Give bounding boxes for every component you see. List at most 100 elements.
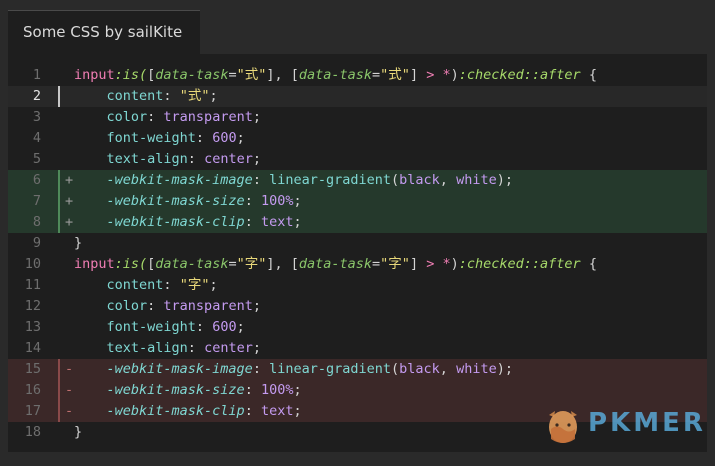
line-number: 9 [32, 235, 41, 251]
code-token: ) [450, 67, 459, 83]
code-token: data-task [298, 67, 373, 83]
code-line: 2 content: "式"; [8, 86, 707, 107]
code-text: font-weight: 600; [74, 317, 245, 338]
code-token: -webkit-mask-clip [106, 214, 245, 230]
code-token: : [244, 403, 261, 419]
code-token: * [442, 67, 451, 83]
code-text: content: "式"; [74, 86, 218, 107]
code-token: text [260, 214, 294, 230]
code-line: 12 color: transparent; [8, 296, 707, 317]
code-text: -webkit-mask-size: 100%; [74, 191, 302, 212]
line-number: 18 [24, 424, 41, 440]
code-token: data-task [155, 67, 229, 83]
code-line: 14 text-align: center; [8, 338, 707, 359]
code-token: : [147, 109, 164, 125]
code-line: 4 font-weight: 600; [8, 128, 707, 149]
code-token: : [163, 277, 180, 293]
code-token: center [204, 151, 253, 167]
code-token: :is( [114, 256, 148, 272]
code-line: 1 input:is([data-task="式"], [data-task="式… [8, 65, 707, 86]
code-token: "式" [236, 67, 267, 83]
line-number: 2 [32, 88, 41, 104]
code-text: -webkit-mask-image: linear-gradient(blac… [74, 359, 513, 380]
code-line: 13 font-weight: 600; [8, 317, 707, 338]
code-text: -webkit-mask-clip: text; [74, 401, 302, 422]
code-text: content: "字"; [74, 275, 218, 296]
code-token: : [244, 214, 261, 230]
code-token: = [228, 256, 237, 272]
code-token: * [442, 256, 451, 272]
line-number: 3 [32, 109, 41, 125]
code-token: ( [391, 172, 400, 188]
tab-code-snippet[interactable]: Some CSS by sailKite [8, 10, 200, 54]
code-token: ) [450, 256, 459, 272]
code-text: color: transparent; [74, 107, 261, 128]
code-token: : [195, 319, 213, 335]
code-token: ; [293, 403, 302, 419]
code-token: "字" [179, 277, 210, 293]
code-token: center [204, 340, 253, 356]
line-number: 4 [32, 130, 41, 146]
code-line: 8 + -webkit-mask-clip: text; [8, 212, 707, 233]
code-token: , [439, 361, 457, 377]
code-editor[interactable]: 1 input:is([data-task="式"], [data-task="式… [8, 54, 707, 452]
code-line: 11 content: "字"; [8, 275, 707, 296]
code-token: "式" [380, 67, 410, 83]
code-token: ; [293, 193, 302, 209]
code-token: white [456, 172, 497, 188]
code-token: text-align [106, 340, 188, 356]
line-number: 13 [24, 319, 41, 335]
code-token: = [372, 256, 381, 272]
code-token: content [106, 88, 164, 104]
code-token: black [399, 172, 440, 188]
code-text: color: transparent; [74, 296, 261, 317]
line-number: 17 [24, 403, 41, 419]
pkmer-wordmark: PKMER [588, 408, 706, 438]
code-text: } [74, 233, 82, 254]
code-token: -webkit-mask-clip [106, 403, 245, 419]
code-token: "式" [179, 88, 210, 104]
code-token: color [106, 298, 148, 314]
diff-added-marker: + [65, 193, 74, 209]
code-token: ; [252, 340, 261, 356]
code-line: 6 + -webkit-mask-image: linear-gradient(b… [8, 170, 707, 191]
code-token: font-weight [106, 130, 196, 146]
code-token: : [187, 340, 205, 356]
diff-added-marker: + [65, 214, 74, 230]
code-token: = [228, 67, 237, 83]
code-text: text-align: center; [74, 338, 261, 359]
code-text: -webkit-mask-size: 100%; [74, 380, 302, 401]
code-token: "字" [380, 256, 410, 272]
code-token: color [106, 109, 148, 125]
code-token: text-align [106, 151, 188, 167]
line-number: 12 [24, 298, 41, 314]
code-token: ( [391, 361, 400, 377]
code-token: text [260, 403, 294, 419]
code-token: ; [252, 151, 261, 167]
code-token: :checked::after [458, 67, 581, 83]
code-text: input:is([data-task="字"], [data-task="字"… [74, 254, 597, 275]
code-token: linear-gradient [269, 361, 392, 377]
code-token: ; [252, 298, 261, 314]
code-token: : [163, 88, 180, 104]
code-token: { [580, 256, 597, 272]
code-token: content [106, 277, 164, 293]
pkmer-egg-logo-icon [549, 411, 577, 443]
code-token: data-task [298, 256, 373, 272]
code-token: ; [236, 319, 245, 335]
line-number: 7 [32, 193, 41, 209]
code-token: :is( [114, 67, 148, 83]
code-token: linear-gradient [269, 172, 392, 188]
code-token: white [456, 361, 497, 377]
code-text: } [74, 422, 82, 443]
code-token: input [74, 256, 115, 272]
code-text: -webkit-mask-clip: text; [74, 212, 302, 233]
